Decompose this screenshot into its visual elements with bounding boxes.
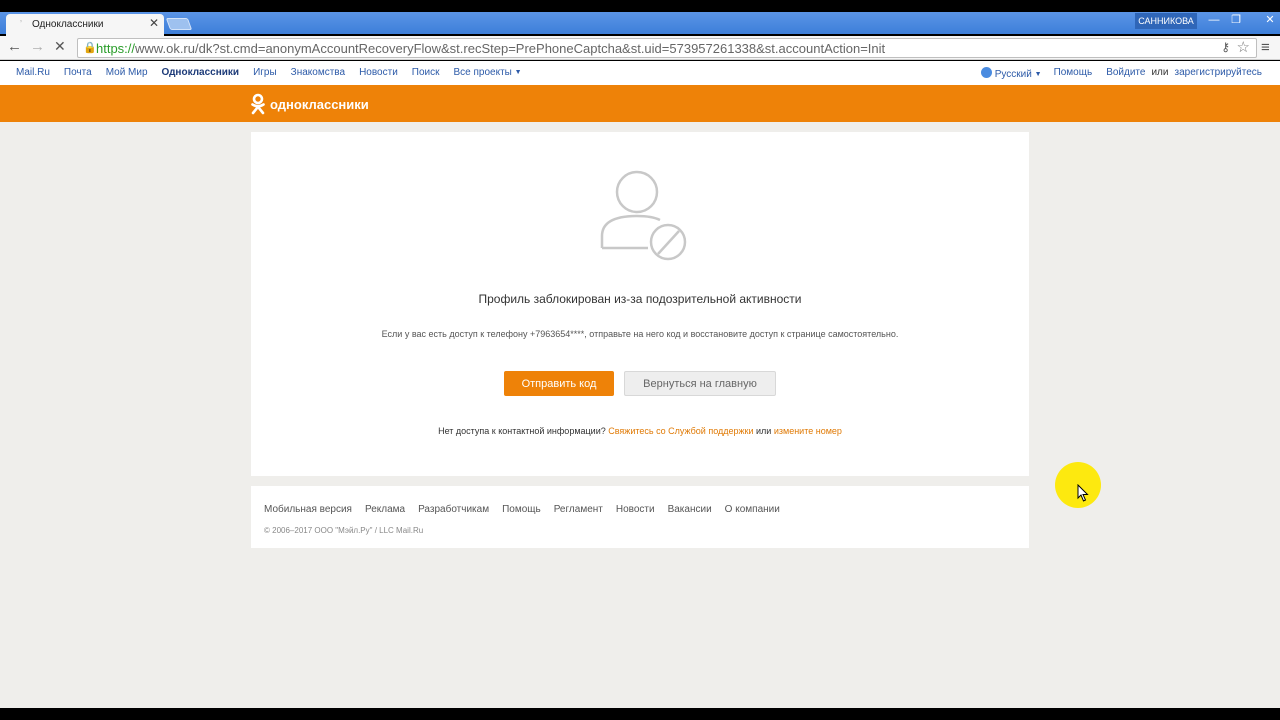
window-close-icon[interactable]: ✕ [1247, 12, 1280, 30]
language-select[interactable]: Русский ▼ [980, 67, 1042, 80]
url-text: https://www.ok.ru/dk?st.cmd=anonymAccoun… [96, 41, 885, 56]
forward-arrow-icon[interactable]: → [30, 38, 45, 55]
footer-link-ads[interactable]: Реклама [365, 504, 405, 515]
screen: ʼ Одноклассники ✕ САННИКОВА — ❐ ✕ ← → ✕ … [0, 0, 1280, 720]
footer: Мобильная версия Реклама Разработчикам П… [251, 486, 1029, 548]
profile-name[interactable]: САННИКОВА [1135, 13, 1197, 29]
ok-logo-text: одноклассники [270, 96, 369, 112]
or-text: или [1151, 67, 1169, 78]
bookmark-star-icon[interactable]: ☆ [1237, 38, 1250, 56]
register-link[interactable]: зарегистрируйтесь [1174, 67, 1262, 80]
address-bar[interactable]: 🔒 https://www.ok.ru/dk?st.cmd=anonymAcco… [77, 38, 1257, 58]
tab-title: Одноклассники [32, 19, 104, 30]
blocked-description: Если у вас есть доступ к телефону +79636… [381, 329, 899, 339]
screen-bottom-bar [0, 708, 1280, 720]
support-link[interactable]: Свяжитесь со Службой поддержки [608, 426, 753, 436]
portal-link-ok[interactable]: Одноклассники [162, 67, 240, 78]
footer-link-mobile[interactable]: Мобильная версия [264, 504, 352, 515]
blocked-profile-card: Профиль заблокирован из-за подозрительно… [251, 132, 1029, 476]
tab-favicon-icon: ʼ [20, 19, 22, 29]
browser-tab[interactable]: ʼ Одноклассники ✕ [6, 14, 164, 36]
change-number-link[interactable]: измените номер [774, 426, 842, 436]
or-text: или [756, 426, 772, 436]
all-projects-label: Все проекты [453, 67, 512, 78]
login-link[interactable]: Войдите [1106, 67, 1145, 80]
portal-account-links: Русский ▼ Помощь Войдите или зарегистрир… [980, 67, 1262, 80]
ok-logo-icon [251, 93, 265, 115]
portal-link-mailru[interactable]: Mail.Ru [16, 67, 50, 78]
portal-link-mail[interactable]: Почта [64, 67, 92, 78]
window-controls: — ❐ ✕ [1203, 12, 1280, 30]
ok-logo[interactable]: одноклассники [250, 93, 369, 115]
footer-link-help[interactable]: Помощь [502, 504, 541, 515]
footer-link-about[interactable]: О компании [725, 504, 780, 515]
mouse-cursor-icon [1077, 484, 1089, 502]
footer-links: Мобильная версия Реклама Разработчикам П… [264, 504, 780, 515]
help-link[interactable]: Помощь [1054, 67, 1093, 80]
language-label: Русский [994, 69, 1032, 80]
browser-toolbar: ← → ✕ 🔒 https://www.ok.ru/dk?st.cmd=anon… [0, 36, 1280, 60]
back-arrow-icon[interactable]: ← [7, 38, 22, 55]
portal-link-moymir[interactable]: Мой Мир [106, 67, 148, 78]
send-code-button[interactable]: Отправить код [504, 371, 614, 396]
browser-menu-icon[interactable]: ≡ [1261, 39, 1270, 56]
minimize-icon[interactable]: — [1203, 12, 1225, 30]
no-access-note: Нет доступа к контактной информации? Свя… [251, 426, 1029, 436]
portal-link-search[interactable]: Поиск [412, 67, 440, 78]
portal-link-dating[interactable]: Знакомства [291, 67, 345, 78]
copyright: © 2006–2017 ООО "Мэйл.Ру" / LLC Mail.Ru [264, 526, 424, 535]
page-viewport: Mail.Ru Почта Мой Мир Одноклассники Игры… [0, 61, 1280, 708]
footer-link-developers[interactable]: Разработчикам [418, 504, 489, 515]
new-tab-button[interactable] [165, 18, 193, 30]
no-access-text: Нет доступа к контактной информации? [438, 426, 606, 436]
portal-links: Mail.Ru Почта Мой Мир Одноклассники Игры… [16, 67, 522, 78]
portal-bar: Mail.Ru Почта Мой Мир Одноклассники Игры… [0, 61, 1280, 85]
portal-link-games[interactable]: Игры [253, 67, 277, 78]
portal-link-all-projects[interactable]: Все проекты ▼ [454, 67, 522, 78]
return-home-button[interactable]: Вернуться на главную [624, 371, 776, 396]
browser-titlebar [0, 12, 1280, 34]
portal-link-news[interactable]: Новости [359, 67, 398, 78]
ok-header: одноклассники [0, 85, 1280, 122]
key-icon[interactable]: ⚷ [1221, 40, 1230, 54]
restore-icon[interactable]: ❐ [1225, 12, 1247, 30]
chevron-down-icon: ▼ [514, 69, 522, 76]
lock-icon: 🔒 [83, 42, 97, 54]
footer-link-news[interactable]: Новости [616, 504, 655, 515]
footer-link-rules[interactable]: Регламент [554, 504, 603, 515]
blocked-title: Профиль заблокирован из-за подозрительно… [478, 292, 802, 306]
footer-link-jobs[interactable]: Вакансии [668, 504, 712, 515]
tab-close-icon[interactable]: ✕ [149, 16, 159, 30]
globe-icon [980, 67, 992, 78]
chevron-down-icon: ▼ [1034, 71, 1042, 78]
url-rest: www.ok.ru/dk?st.cmd=anonymAccountRecover… [135, 41, 886, 56]
stop-loading-icon[interactable]: ✕ [54, 38, 66, 55]
url-scheme: https:// [96, 41, 136, 56]
blocked-user-icon [600, 170, 687, 261]
